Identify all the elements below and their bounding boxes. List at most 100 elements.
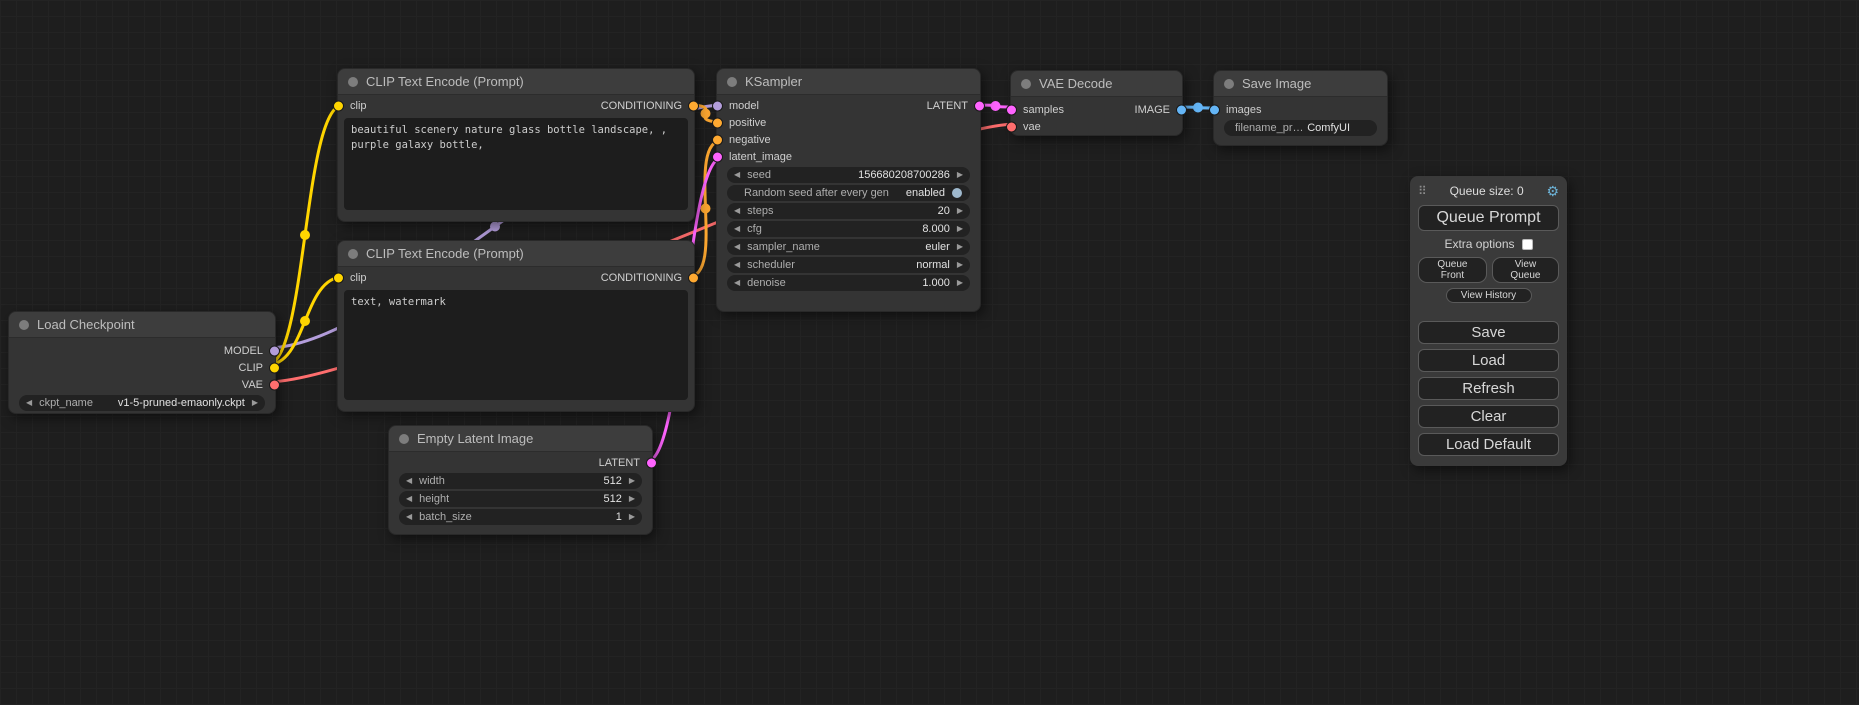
node-title-bar[interactable]: VAE Decode	[1011, 71, 1182, 97]
increment-arrow-icon[interactable]	[629, 473, 635, 489]
output-port-clip[interactable]	[269, 362, 280, 373]
input-port-samples[interactable]	[1006, 104, 1017, 115]
output-port-label: CONDITIONING	[601, 272, 682, 284]
output-port-latent[interactable]	[974, 100, 985, 111]
decrement-arrow-icon[interactable]	[406, 509, 412, 525]
increment-arrow-icon[interactable]	[629, 491, 635, 507]
widget-ckpt-name[interactable]: ckpt_name v1-5-pruned-emaonly.ckpt	[19, 395, 265, 411]
input-port-vae[interactable]	[1006, 121, 1017, 132]
output-port-image[interactable]	[1176, 104, 1187, 115]
node-status-dot[interactable]	[1224, 79, 1234, 89]
node-save-image[interactable]: Save Image images filename_prefix ComfyU…	[1213, 70, 1388, 146]
view-history-button[interactable]: View History	[1446, 288, 1532, 303]
increment-arrow-icon[interactable]	[957, 257, 963, 273]
port-row: vae	[1011, 118, 1182, 135]
widget-value: 512	[603, 475, 621, 487]
widget-sampler-name[interactable]: sampler_name euler	[727, 239, 970, 255]
widget-value: v1-5-pruned-emaonly.ckpt	[118, 397, 245, 409]
increment-arrow-icon[interactable]	[957, 275, 963, 291]
input-port-clip[interactable]	[333, 272, 344, 283]
node-status-dot[interactable]	[727, 77, 737, 87]
node-title-bar[interactable]: CLIP Text Encode (Prompt)	[338, 241, 694, 267]
node-vae-decode[interactable]: VAE Decode samples IMAGE vae	[1010, 70, 1183, 136]
refresh-button[interactable]: Refresh	[1418, 377, 1559, 400]
widget-batch-size[interactable]: batch_size 1	[399, 509, 642, 525]
port-row: positive	[717, 114, 980, 131]
decrement-arrow-icon[interactable]	[734, 239, 740, 255]
port-row: samples IMAGE	[1011, 101, 1182, 118]
widget-value: 8.000	[922, 223, 950, 235]
decrement-arrow-icon[interactable]	[734, 275, 740, 291]
increment-arrow-icon[interactable]	[957, 239, 963, 255]
input-port-negative[interactable]	[712, 134, 723, 145]
widget-label: steps	[747, 205, 773, 217]
node-status-dot[interactable]	[399, 434, 409, 444]
widget-cfg[interactable]: cfg 8.000	[727, 221, 970, 237]
widget-value: enabled	[906, 187, 945, 199]
node-title: VAE Decode	[1039, 76, 1112, 91]
decrement-arrow-icon[interactable]	[734, 203, 740, 219]
widget-steps[interactable]: steps 20	[727, 203, 970, 219]
node-title: Empty Latent Image	[417, 431, 533, 446]
decrement-arrow-icon[interactable]	[734, 221, 740, 237]
node-title-bar[interactable]: KSampler	[717, 69, 980, 95]
widget-label: cfg	[747, 223, 762, 235]
output-port-model[interactable]	[269, 345, 280, 356]
input-port-latent-image[interactable]	[712, 151, 723, 162]
increment-arrow-icon[interactable]	[252, 395, 258, 411]
output-port-label: CONDITIONING	[601, 100, 682, 112]
input-port-images[interactable]	[1209, 104, 1220, 115]
toggle-knob-icon[interactable]	[952, 188, 962, 198]
node-clip-text-encode-positive[interactable]: CLIP Text Encode (Prompt) clip CONDITION…	[337, 68, 695, 222]
widget-width[interactable]: width 512	[399, 473, 642, 489]
node-status-dot[interactable]	[348, 77, 358, 87]
node-title-bar[interactable]: Load Checkpoint	[9, 312, 275, 338]
queue-prompt-button[interactable]: Queue Prompt	[1418, 205, 1559, 231]
widget-random-seed-toggle[interactable]: Random seed after every gen enabled	[727, 185, 970, 201]
increment-arrow-icon[interactable]	[957, 203, 963, 219]
decrement-arrow-icon[interactable]	[734, 257, 740, 273]
output-port-vae[interactable]	[269, 379, 280, 390]
load-button[interactable]: Load	[1418, 349, 1559, 372]
increment-arrow-icon[interactable]	[957, 221, 963, 237]
settings-gear-icon[interactable]	[1546, 183, 1559, 200]
node-title-bar[interactable]: CLIP Text Encode (Prompt)	[338, 69, 694, 95]
output-port-latent[interactable]	[646, 457, 657, 468]
input-port-clip[interactable]	[333, 100, 344, 111]
widget-seed[interactable]: seed 156680208700286	[727, 167, 970, 183]
node-title-bar[interactable]: Empty Latent Image	[389, 426, 652, 452]
prompt-textarea[interactable]: beautiful scenery nature glass bottle la…	[344, 118, 688, 210]
input-port-model[interactable]	[712, 100, 723, 111]
node-ksampler[interactable]: KSampler model LATENT positive negative …	[716, 68, 981, 312]
node-status-dot[interactable]	[19, 320, 29, 330]
increment-arrow-icon[interactable]	[629, 509, 635, 525]
drag-handle-icon[interactable]	[1418, 184, 1427, 198]
node-status-dot[interactable]	[348, 249, 358, 259]
widget-denoise[interactable]: denoise 1.000	[727, 275, 970, 291]
queue-front-button[interactable]: Queue Front	[1418, 257, 1487, 283]
extra-options-checkbox[interactable]	[1522, 239, 1533, 250]
increment-arrow-icon[interactable]	[957, 167, 963, 183]
decrement-arrow-icon[interactable]	[26, 395, 32, 411]
clear-button[interactable]: Clear	[1418, 405, 1559, 428]
view-queue-button[interactable]: View Queue	[1492, 257, 1559, 283]
decrement-arrow-icon[interactable]	[406, 473, 412, 489]
node-empty-latent-image[interactable]: Empty Latent Image LATENT width 512 heig…	[388, 425, 653, 535]
node-status-dot[interactable]	[1021, 79, 1031, 89]
save-button[interactable]: Save	[1418, 321, 1559, 344]
widget-filename-prefix[interactable]: filename_prefix ComfyUI	[1224, 120, 1377, 136]
node-clip-text-encode-negative[interactable]: CLIP Text Encode (Prompt) clip CONDITION…	[337, 240, 695, 412]
node-title-bar[interactable]: Save Image	[1214, 71, 1387, 97]
input-port-positive[interactable]	[712, 117, 723, 128]
widget-value: 512	[603, 493, 621, 505]
load-default-button[interactable]: Load Default	[1418, 433, 1559, 456]
output-port-conditioning[interactable]	[688, 100, 699, 111]
decrement-arrow-icon[interactable]	[734, 167, 740, 183]
prompt-textarea[interactable]: text, watermark	[344, 290, 688, 400]
node-load-checkpoint[interactable]: Load Checkpoint MODEL CLIP VAE ckpt_name…	[8, 311, 276, 414]
output-port-conditioning[interactable]	[688, 272, 699, 283]
decrement-arrow-icon[interactable]	[406, 491, 412, 507]
widget-scheduler[interactable]: scheduler normal	[727, 257, 970, 273]
widget-label: height	[419, 493, 449, 505]
widget-height[interactable]: height 512	[399, 491, 642, 507]
